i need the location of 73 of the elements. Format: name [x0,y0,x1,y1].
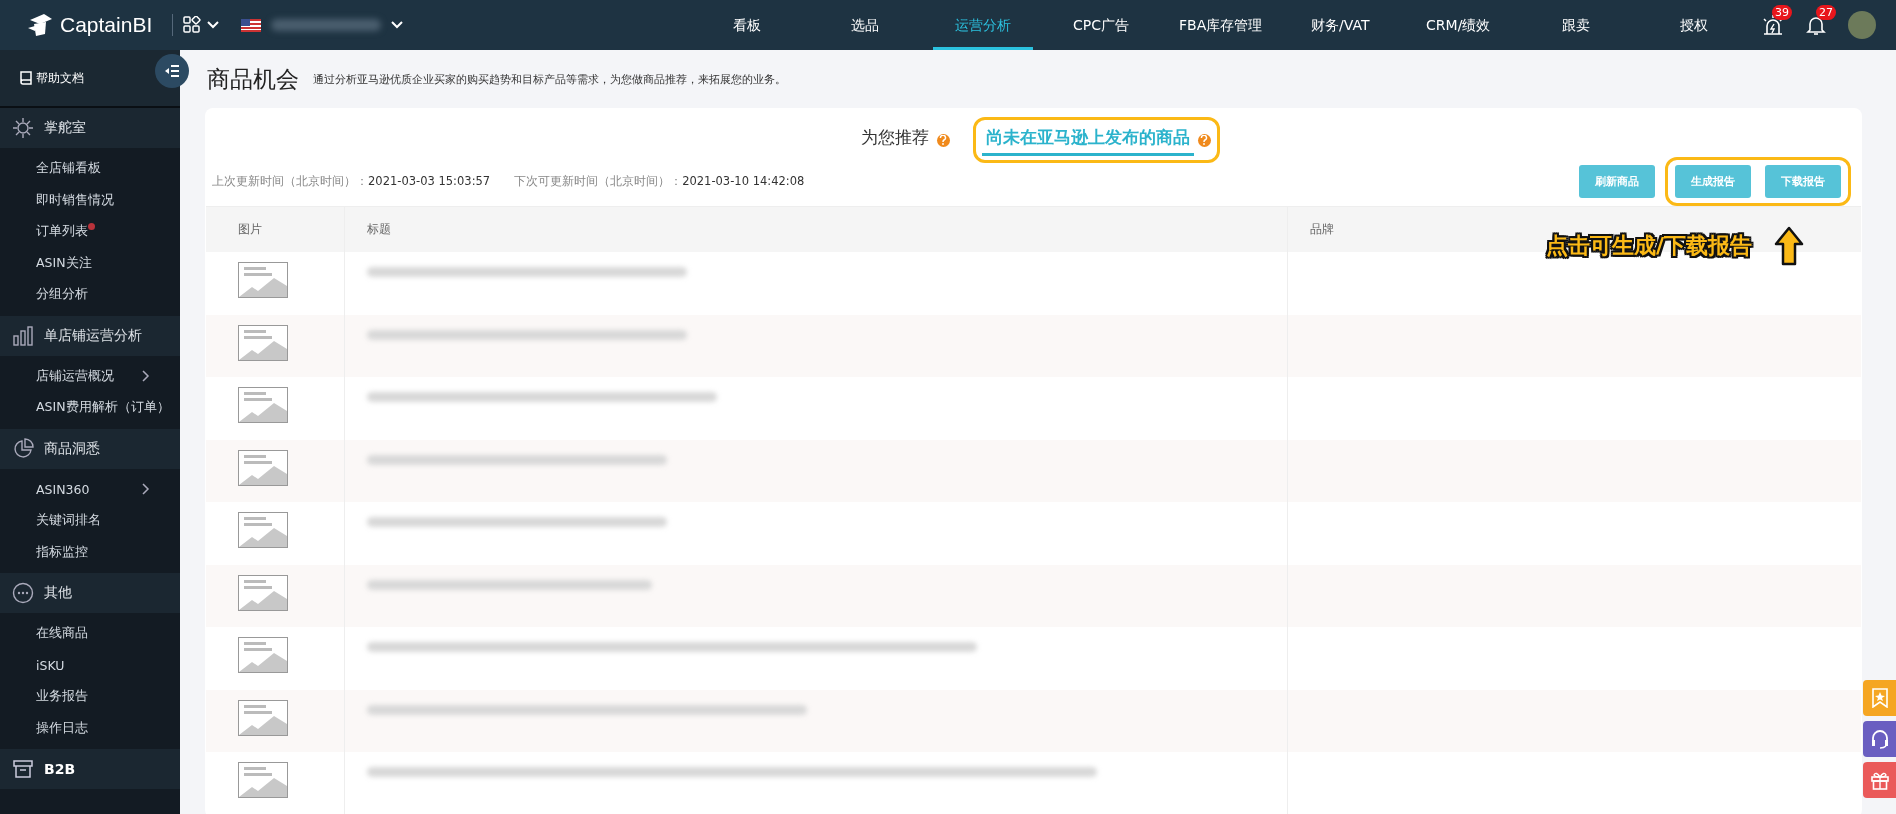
image-placeholder [238,449,288,486]
image-placeholder [238,387,288,423]
image-placeholder [238,637,288,673]
image-placeholder [238,262,288,298]
sidebar-group[interactable]: 商品洞悉 [0,428,180,469]
logo-text: CaptainBI [60,13,153,37]
gift-icon [1869,770,1890,790]
count-badge: 39 [1772,5,1792,20]
bar-chart-icon [12,324,34,347]
nav-tab[interactable]: 选品 [815,0,915,50]
column-header: 图片 [238,221,262,238]
collapse-sidebar-button[interactable] [155,54,189,88]
apps-grid-icon[interactable] [183,16,201,34]
archive-box-icon [12,758,34,780]
sidebar-item[interactable]: 订单列表 [36,223,88,241]
alarm-light-icon[interactable] [1762,14,1784,36]
nav-tab[interactable]: 财务/VAT [1290,0,1391,50]
sidebar-item[interactable]: 全店铺看板 [36,160,101,178]
sidebar-group[interactable]: 掌舵室 [0,108,180,148]
sidebar-item[interactable]: 业务报告 [36,688,88,706]
sidebar-group[interactable]: 单店铺运营分析 [0,315,180,356]
store-selector[interactable] [241,18,403,32]
chevron-down-icon[interactable] [207,21,219,29]
nav-tab[interactable]: CRM/绩效 [1408,0,1509,50]
more-dots-icon [12,582,34,604]
page-description: 通过分析亚马逊优质企业买家的购买趋势和目标产品等需求，为您做商品推荐，来拓展您的业务。 [313,71,786,87]
sidebar-item[interactable]: ASIN关注 [36,254,92,272]
sidebar-group[interactable]: 其他 [0,573,180,613]
image-placeholder [238,324,288,361]
sidebar-item[interactable]: iSKU [36,657,65,673]
update-label: 上次更新时间（北京时间）： [212,173,368,188]
floating-button[interactable] [1863,721,1896,757]
image-placeholder [238,762,288,798]
sidebar-item[interactable]: ASIN360 [36,481,90,497]
nav-tab[interactable]: 跟卖 [1526,0,1627,50]
nav-tab[interactable]: 授权 [1644,0,1745,50]
column-header: 标题 [367,221,391,238]
page-title: 商品机会 [207,64,299,94]
image-placeholder [238,699,288,736]
sidebar-group[interactable]: B2B [0,749,180,789]
count-badge: 27 [1816,5,1836,20]
chevron-down-icon [391,21,403,29]
nav-tab[interactable]: 运营分析 [933,0,1033,50]
update-label: 下次可更新时间（北京时间）： [514,173,683,188]
sidebar-item[interactable]: 指标监控 [36,543,88,561]
sidebar-item[interactable]: ASIN费用解析（订单） [36,399,170,417]
pie-chart-icon [12,437,34,460]
sidebar-item[interactable]: 操作日志 [36,719,88,737]
sidebar-item[interactable]: 店铺运营概况 [36,367,114,385]
sidebar-item[interactable]: 关键词排名 [36,512,101,530]
image-placeholder [238,512,288,548]
book-icon [20,71,32,85]
floating-button[interactable] [1863,762,1896,798]
callout-text: 点击可生成/下载报告 [1545,232,1752,260]
help-docs-link[interactable]: 帮助文档 [20,69,84,87]
image-placeholder [238,574,288,611]
nav-tab[interactable]: 看板 [697,0,797,50]
bell-icon[interactable] [1806,14,1826,36]
sidebar-item[interactable]: 分组分析 [36,286,88,304]
up-arrow-icon [1774,226,1804,266]
update-time: 2021-03-10 14:42:08 [682,173,805,188]
update-time: 2021-03-03 15:03:57 [368,173,491,188]
sidebar-item[interactable]: 在线商品 [36,625,88,643]
nav-tab[interactable]: FBA库存管理 [1169,0,1273,50]
tab[interactable]: 为您推荐 [856,124,933,156]
headset-icon [1869,729,1890,749]
collapse-menu-icon [164,64,180,78]
sidebar-item[interactable]: 即时销售情况 [36,191,114,209]
nav-tab[interactable]: CPC广告 [1051,0,1151,50]
avatar[interactable] [1848,11,1876,39]
column-header: 品牌 [1310,221,1334,238]
bookmark-star-icon [1870,688,1889,708]
us-flag-icon [241,18,261,32]
